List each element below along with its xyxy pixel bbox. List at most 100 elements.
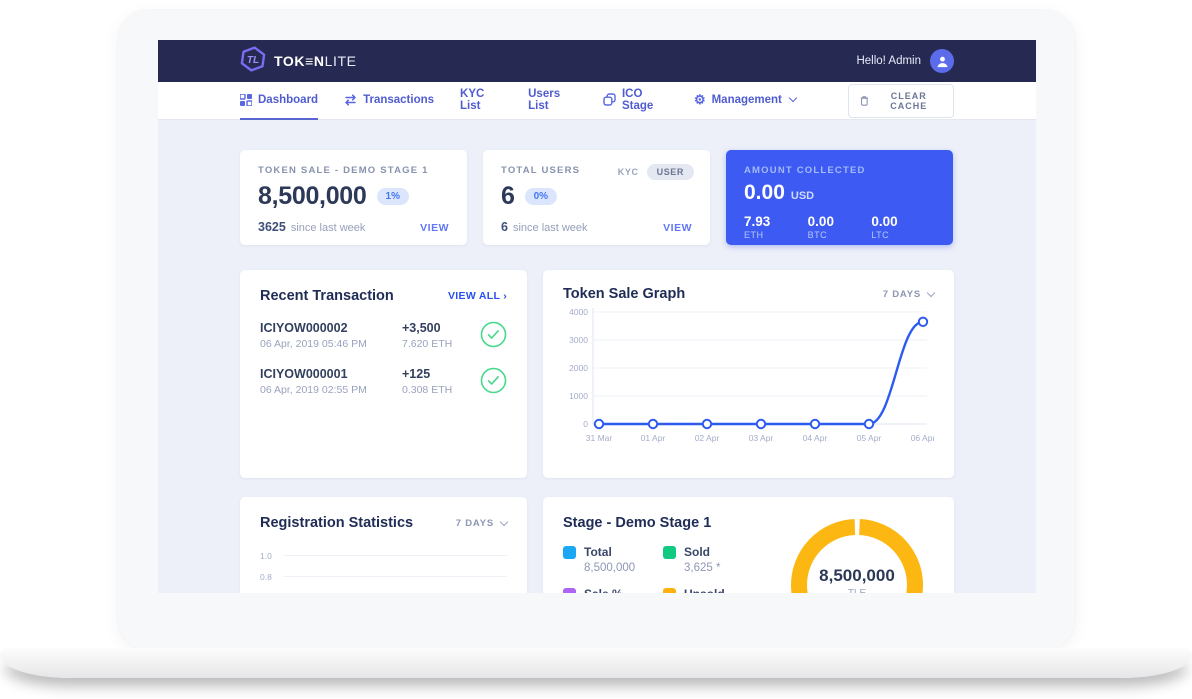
crypto-value: 7.93 (744, 214, 808, 229)
tab-users-list[interactable]: Users List (528, 82, 577, 120)
stat-card-total-users: TOTAL USERS KYC USER 6 0% 6 since last w… (483, 150, 710, 245)
tx-eth: 0.308 ETH (402, 384, 480, 396)
crypto-ltc: 0.00 LTC (871, 214, 935, 240)
tab-bar: Dashboard Transactions KYC List Users Li… (158, 82, 1036, 120)
delta-label: since last week (513, 222, 588, 234)
card-title: TOKEN SALE - DEMO STAGE 1 (258, 165, 449, 176)
currency-label: USD (791, 190, 814, 202)
clear-cache-label: CLEAR CACHE (876, 91, 942, 111)
tx-date: 06 Apr, 2019 05:46 PM (260, 338, 402, 350)
dashboard-content: TOKEN SALE - DEMO STAGE 1 8,500,000 1% 3… (158, 120, 1036, 593)
middle-row: Recent Transaction VIEW ALL › ICIYOW0000… (240, 270, 954, 478)
check-circle-icon (480, 367, 507, 394)
crypto-btc: 0.00 BTC (808, 214, 872, 240)
view-link[interactable]: VIEW (663, 222, 692, 234)
range-selector[interactable]: 7 DAYS (456, 518, 507, 529)
tx-amount: +125 (402, 367, 480, 381)
percent-badge: 0% (525, 188, 557, 205)
card-heading: Recent Transaction (260, 288, 394, 304)
chevron-down-icon (789, 94, 797, 102)
legend-swatch (663, 588, 676, 594)
grid-icon (240, 94, 252, 106)
svg-text:4000: 4000 (569, 307, 588, 317)
brand-logo[interactable]: TL TOK≡NLITE (240, 46, 357, 77)
tab-label: KYC List (460, 88, 502, 112)
donut-chart: 8,500,000 TLE (782, 510, 932, 593)
crypto-label: ETH (744, 230, 808, 240)
tab-label: ICO Stage (622, 88, 668, 112)
user-area[interactable]: Hello! Admin (856, 49, 954, 73)
chevron-down-icon (927, 288, 935, 296)
user-toggle-option[interactable]: USER (647, 164, 694, 180)
svg-text:1000: 1000 (569, 391, 588, 401)
tab-label: Management (712, 94, 782, 106)
stats-row: TOKEN SALE - DEMO STAGE 1 8,500,000 1% 3… (240, 150, 954, 245)
legend-swatch (563, 588, 576, 594)
brand-name: TOK≡NLITE (274, 53, 357, 69)
crypto-eth: 7.93 ETH (744, 214, 808, 240)
tab-label: Users List (528, 88, 577, 112)
tab-label: Dashboard (258, 94, 318, 106)
crypto-value: 0.00 (808, 214, 872, 229)
laptop-base (0, 648, 1192, 678)
line-chart: 0100020003000400031 Mar01 Apr02 Apr03 Ap… (563, 302, 934, 454)
view-all-link[interactable]: VIEW ALL › (448, 290, 507, 302)
tab-transactions[interactable]: Transactions (344, 82, 434, 120)
card-heading: Registration Statistics (260, 515, 413, 531)
tab-label: Transactions (363, 94, 434, 106)
total-users-value: 6 (501, 182, 515, 211)
tab-dashboard[interactable]: Dashboard (240, 82, 318, 120)
reg-axis-row: 1.0 (260, 545, 507, 566)
reg-axis-row: 0.6 (260, 587, 507, 593)
legend-swatch (563, 546, 576, 559)
legend-label: Unsold (684, 587, 725, 593)
legend-value: 3,625 * (684, 562, 763, 574)
svg-text:04 Apr: 04 Apr (803, 433, 828, 443)
laptop-screen: TL TOK≡NLITE Hello! Admin (158, 40, 1036, 593)
card-heading: Stage - Demo Stage 1 (563, 515, 711, 531)
svg-text:3000: 3000 (569, 335, 588, 345)
legend-label: Total (584, 545, 612, 559)
transaction-row[interactable]: ICIYOW000002 06 Apr, 2019 05:46 PM +3,50… (260, 321, 507, 350)
view-link[interactable]: VIEW (420, 222, 449, 234)
svg-text:03 Apr: 03 Apr (749, 433, 774, 443)
crypto-label: BTC (808, 230, 872, 240)
range-selector[interactable]: 7 DAYS (883, 289, 934, 300)
registration-chart: 1.00.80.6 (260, 545, 507, 593)
donut-center-unit: TLE (782, 588, 932, 593)
svg-text:01 Apr: 01 Apr (641, 433, 666, 443)
crypto-value: 0.00 (871, 214, 935, 229)
tx-eth: 7.620 ETH (402, 338, 480, 350)
svg-text:02 Apr: 02 Apr (695, 433, 720, 443)
stat-card-token-sale: TOKEN SALE - DEMO STAGE 1 8,500,000 1% 3… (240, 150, 467, 245)
tab-kyc-list[interactable]: KYC List (460, 82, 502, 120)
legend-item-sold: Sold 3,625 * (663, 545, 763, 574)
stage-card: Stage - Demo Stage 1 Total 8,500,000 (543, 497, 954, 593)
amount-value: 0.00 (744, 181, 785, 205)
tab-management[interactable]: ⚙ Management (694, 82, 796, 120)
token-sale-graph-card: Token Sale Graph 7 DAYS 0100020003000400… (543, 270, 954, 478)
crypto-label: LTC (871, 230, 935, 240)
reg-axis-row: 0.8 (260, 566, 507, 587)
clear-cache-button[interactable]: CLEAR CACHE (848, 84, 954, 118)
person-icon (936, 55, 949, 68)
swap-icon (344, 94, 357, 106)
legend-item-sale-pct: Sale % (563, 587, 663, 593)
kyc-toggle-option[interactable]: KYC (618, 167, 639, 177)
range-label: 7 DAYS (883, 289, 921, 300)
legend-value: 8,500,000 (584, 562, 663, 574)
delta-label: since last week (291, 222, 366, 234)
tab-ico-stage[interactable]: ICO Stage (603, 82, 668, 120)
avatar[interactable] (930, 49, 954, 73)
kyc-user-toggle: KYC USER (618, 164, 694, 180)
svg-text:2000: 2000 (569, 363, 588, 373)
card-title: AMOUNT COLLECTED (744, 165, 935, 176)
stat-card-amount-collected: AMOUNT COLLECTED 0.00 USD 7.93 ETH 0.00 … (726, 150, 953, 245)
registration-card: Registration Statistics 7 DAYS 1.00.80.6 (240, 497, 527, 593)
card-heading: Token Sale Graph (563, 286, 685, 302)
svg-text:31 Mar: 31 Mar (586, 433, 613, 443)
check-circle-icon (480, 321, 507, 348)
transaction-row[interactable]: ICIYOW000001 06 Apr, 2019 02:55 PM +125 … (260, 367, 507, 396)
user-greeting: Hello! Admin (856, 55, 921, 67)
hexagon-logo-icon: TL (240, 46, 266, 77)
